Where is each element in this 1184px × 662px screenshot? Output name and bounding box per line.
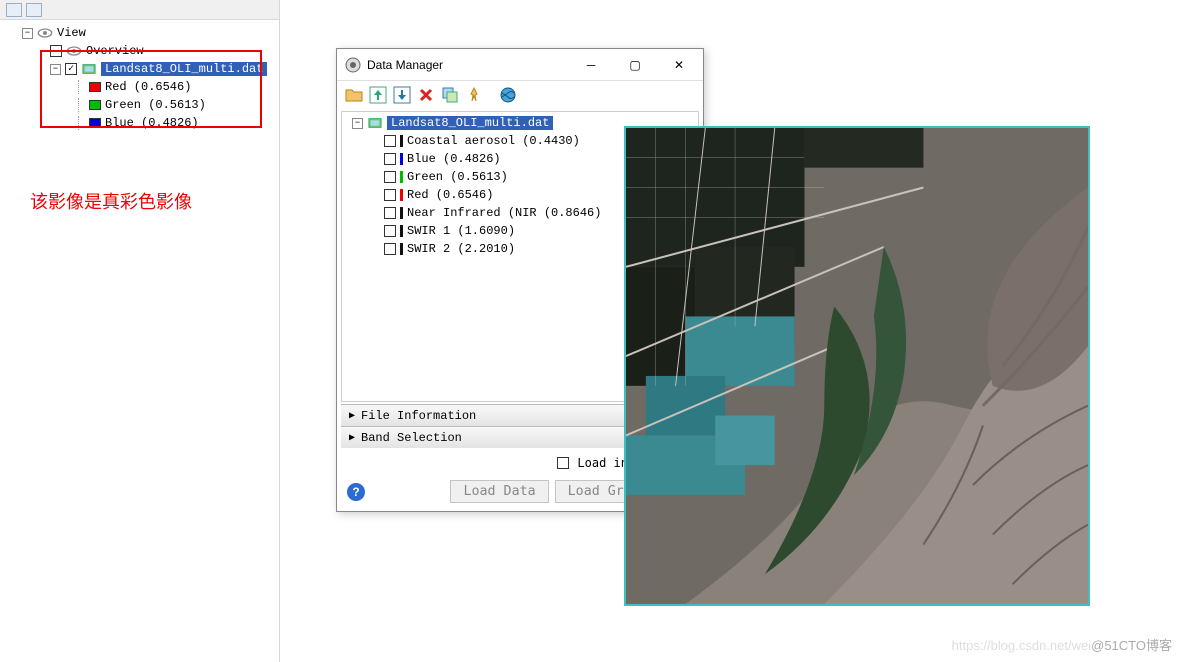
band-mark-icon: [400, 135, 403, 147]
band-mark-icon: [400, 207, 403, 219]
tree-root-view[interactable]: − View: [6, 24, 277, 42]
band-mark-icon: [400, 171, 403, 183]
watermark: https://blog.csdn.net/wei@51CTO博客: [952, 635, 1172, 654]
band-label: Red (0.6546): [105, 80, 191, 94]
section-label: File Information: [361, 409, 476, 423]
watermark-url: https://blog.csdn.net/wei: [952, 638, 1091, 653]
left-toolbar: [0, 0, 279, 20]
expand-right-icon: ▶: [349, 410, 355, 422]
dm-band-label: Green (0.5613): [407, 170, 508, 184]
tree-root-label: View: [57, 26, 86, 40]
delete-icon[interactable]: [417, 86, 435, 104]
checkbox[interactable]: [384, 243, 396, 255]
raster-layer-icon: [367, 116, 383, 130]
open-folder-icon[interactable]: [345, 86, 363, 104]
dm-file-label: Landsat8_OLI_multi.dat: [387, 116, 553, 130]
band-swatch-green: [89, 100, 101, 110]
titlebar[interactable]: Data Manager ─ ▢ ✕: [337, 49, 703, 81]
load-data-button[interactable]: Load Data: [450, 480, 548, 503]
stack-icon[interactable]: [441, 86, 459, 104]
tree-band-blue[interactable]: Blue (0.4826): [6, 114, 277, 132]
band-label: Green (0.5613): [105, 98, 206, 112]
checkbox[interactable]: [384, 225, 396, 237]
eye-icon: [37, 26, 53, 40]
layer-tree: − View Overview − Landsat8_OLI_multi.dat…: [0, 20, 279, 136]
tree-band-green[interactable]: Green (0.5613): [6, 96, 277, 114]
tree-file-label: Landsat8_OLI_multi.dat: [101, 62, 267, 76]
band-mark-icon: [400, 243, 403, 255]
app-icon: [345, 57, 361, 73]
collapse-icon[interactable]: −: [50, 64, 61, 75]
minimize-button[interactable]: ─: [569, 51, 613, 79]
help-icon[interactable]: ?: [347, 483, 365, 501]
arrow-up-icon[interactable]: [369, 86, 387, 104]
window-title: Data Manager: [367, 58, 443, 72]
maximize-button[interactable]: ▢: [613, 51, 657, 79]
band-mark-icon: [400, 153, 403, 165]
expand-right-icon: ▶: [349, 432, 355, 444]
toolbar-button-2[interactable]: [26, 3, 42, 17]
raster-layer-icon: [81, 62, 97, 76]
band-swatch-blue: [89, 118, 101, 128]
toolbar-button-1[interactable]: [6, 3, 22, 17]
tree-overview[interactable]: Overview: [6, 42, 277, 60]
band-mark-icon: [400, 225, 403, 237]
tree-overview-label: Overview: [86, 44, 144, 58]
watermark-text: @51CTO博客: [1091, 638, 1172, 653]
dm-band-label: Red (0.6546): [407, 188, 493, 202]
band-swatch-red: [89, 82, 101, 92]
dm-band-label: SWIR 1 (1.6090): [407, 224, 515, 238]
checkbox-overview[interactable]: [50, 45, 62, 57]
checkbox-file[interactable]: [65, 63, 77, 75]
checkbox-load-new-view[interactable]: [557, 457, 569, 469]
collapse-icon[interactable]: −: [352, 118, 363, 129]
tree-band-red[interactable]: Red (0.6546): [6, 78, 277, 96]
checkbox[interactable]: [384, 207, 396, 219]
section-label: Band Selection: [361, 431, 462, 445]
globe-icon[interactable]: [499, 86, 517, 104]
checkbox[interactable]: [384, 135, 396, 147]
dm-band-label: Blue (0.4826): [407, 152, 501, 166]
dm-band-label: SWIR 2 (2.2010): [407, 242, 515, 256]
arrow-down-icon[interactable]: [393, 86, 411, 104]
collapse-icon[interactable]: −: [22, 28, 33, 39]
checkbox[interactable]: [384, 171, 396, 183]
annotation-text: 该影像是真彩色影像: [30, 188, 192, 214]
close-button[interactable]: ✕: [657, 51, 701, 79]
checkbox[interactable]: [384, 189, 396, 201]
checkbox[interactable]: [384, 153, 396, 165]
map-display[interactable]: [624, 126, 1090, 606]
data-manager-toolbar: [337, 81, 703, 109]
band-label: Blue (0.4826): [105, 116, 199, 130]
band-mark-icon: [400, 189, 403, 201]
tree-file[interactable]: − Landsat8_OLI_multi.dat: [6, 60, 277, 78]
dm-band-label: Coastal aerosol (0.4430): [407, 134, 580, 148]
pin-icon[interactable]: [465, 86, 483, 104]
layer-tree-panel: − View Overview − Landsat8_OLI_multi.dat…: [0, 0, 280, 662]
dm-band-label: Near Infrared (NIR (0.8646): [407, 206, 601, 220]
eye-icon: [66, 44, 82, 58]
